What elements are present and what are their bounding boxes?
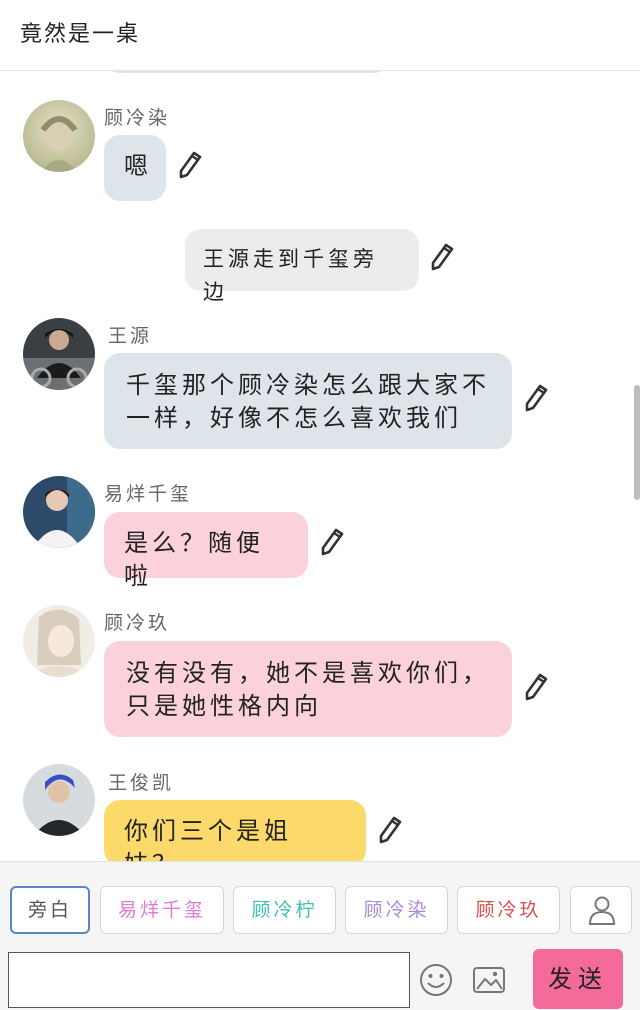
message-text: 嗯 [124, 152, 152, 180]
smiley-icon[interactable] [418, 962, 454, 998]
previous-message-bubble [104, 71, 390, 73]
person-icon [588, 896, 616, 925]
message-bubble[interactable]: 千玺那个顾冷染怎么跟大家不 一样，好像不怎么喜欢我们 [104, 353, 512, 449]
message-bubble[interactable]: 是么？随便啦 [104, 512, 308, 590]
pencil-icon[interactable] [178, 151, 202, 179]
send-button[interactable]: 发送 [533, 949, 623, 1009]
message-text-line: 只是她性格内向 [126, 692, 322, 720]
avatar-gu-lengran[interactable] [23, 100, 95, 172]
chat-header: 竟然是一桌 [0, 0, 640, 71]
pencil-icon[interactable] [378, 816, 402, 844]
message-text: 是么？随便啦 [124, 529, 264, 590]
image-icon[interactable] [471, 962, 507, 998]
message-text-line: 千玺那个顾冷染怎么跟大家不 [126, 371, 490, 399]
sender-name: 顾冷染 [104, 107, 171, 129]
sender-name: 王俊凯 [108, 772, 175, 794]
role-button-gu-lengjiu[interactable]: 顾冷玖 [457, 886, 560, 934]
compose-panel: 旁白 易烊千玺 顾冷柠 顾冷染 顾冷玖 发送 [0, 861, 640, 1010]
avatar-gu-lengjiu[interactable] [23, 605, 95, 677]
message-text: 你们三个是姐妹？ [124, 817, 292, 861]
message-bubble[interactable]: 嗯 [104, 135, 166, 201]
avatar-wang-yuan[interactable] [23, 318, 95, 390]
chat-area[interactable]: 顾冷染 嗯 王源走到千玺旁边 王源 千玺那个顾冷染怎么跟大家不 一样，好像不怎么… [0, 71, 640, 861]
message-text-line: 一样，好像不怎么喜欢我们 [126, 404, 462, 432]
sender-name: 王源 [108, 325, 153, 347]
pencil-icon[interactable] [524, 673, 548, 701]
avatar-wang-junkai[interactable] [23, 764, 95, 836]
message-bubble[interactable]: 没有没有，她不是喜欢你们， 只是她性格内向 [104, 641, 512, 737]
narration-bubble[interactable]: 王源走到千玺旁边 [185, 229, 419, 304]
scrollbar[interactable] [634, 385, 640, 500]
role-button-gu-lengning[interactable]: 顾冷柠 [233, 886, 336, 934]
message-bubble[interactable]: 你们三个是姐妹？ [104, 800, 366, 861]
narration-text: 王源走到千玺旁边 [203, 247, 378, 304]
pencil-icon[interactable] [430, 243, 454, 271]
sender-name: 顾冷玖 [104, 612, 171, 634]
message-input[interactable] [8, 952, 410, 1008]
sender-name: 易烊千玺 [104, 483, 193, 505]
avatar-yi-yangqianxi[interactable] [23, 476, 95, 548]
role-button-gu-lengran[interactable]: 顾冷染 [345, 886, 448, 934]
pencil-icon[interactable] [524, 384, 548, 412]
chat-title: 竟然是一桌 [20, 22, 141, 47]
add-role-button[interactable] [570, 886, 632, 934]
pencil-icon[interactable] [320, 528, 344, 556]
message-text-line: 没有没有，她不是喜欢你们， [126, 659, 490, 687]
role-button-yi-yangqianxi[interactable]: 易烊千玺 [100, 886, 224, 934]
role-button-narration[interactable]: 旁白 [10, 886, 90, 934]
